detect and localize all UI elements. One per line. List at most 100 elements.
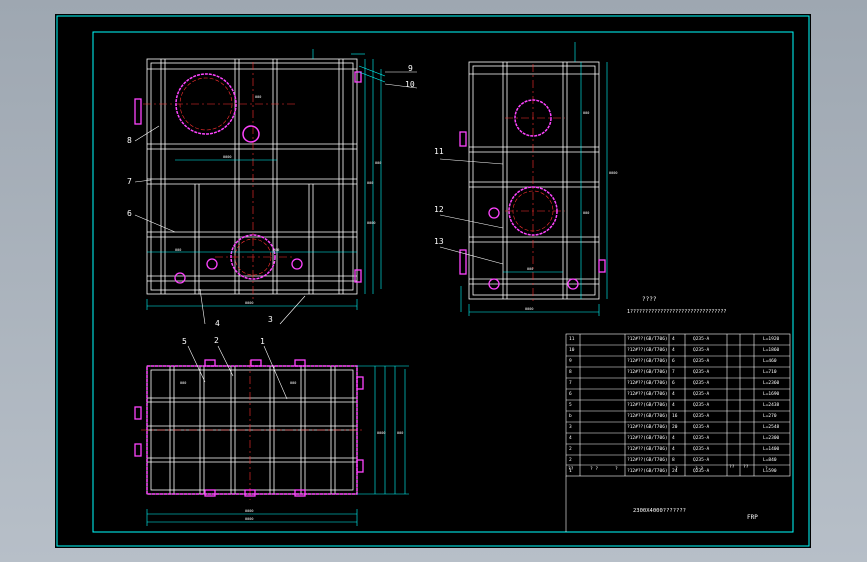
bom-cell-no: b [569,414,572,419]
bom-cell-qty: 4 [672,436,675,441]
callout-4: 4 [215,319,220,328]
callout-3: 3 [268,315,273,324]
bom-cell-material: Q235-A [693,359,710,364]
callout-9: 9 [408,64,413,73]
bom-cell-length: L=840 [763,458,777,463]
bom-cell-spec: ?12#??(GB/T706) [627,381,668,386]
bom-cell-spec: ?12#??(GB/T706) [627,337,668,342]
bom-cell-no: 9 [569,359,572,364]
bom-cell-length: L=270 [763,414,777,419]
bom-cell-length: L=1920 [763,337,780,342]
bom-header-code: ? ? [590,467,599,472]
bom-cell-spec: ?12#??(GB/T706) [627,414,668,419]
bom-cell-length: L=2360 [763,381,780,386]
bom-cell-qty: 4 [672,403,675,408]
bom-cell-qty: 4 [672,337,675,342]
callout-13: 13 [434,237,444,246]
bom-cell-spec: ?12#??(GB/T706) [627,403,668,408]
bom-cell-no: 6 [569,392,572,397]
svg-text:000: 000 [367,181,373,185]
svg-text:000: 000 [175,248,181,252]
bom-cell-material: Q235-A [693,370,710,375]
bom-cell-length: L=2438 [763,403,780,408]
drawing-code: FRP [747,514,758,521]
bom-cell-spec: ?12#??(GB/T706) [627,425,668,430]
bom-cell-length: L=2300 [763,436,780,441]
callout-5: 5 [182,337,187,346]
svg-text:000: 000 [397,431,403,435]
bom-cell-spec: ?12#??(GB/T706) [627,447,668,452]
bom-cell-material: Q235-A [693,414,710,419]
svg-text:0000: 0000 [367,221,375,225]
bom-header-material: ? ? [695,467,704,472]
bom-cell-no: 3 [569,425,572,430]
svg-text:000: 000 [375,161,381,165]
svg-text:000: 000 [583,111,589,115]
svg-text:000: 000 [527,267,533,271]
bom-cell-qty: 7 [672,370,675,375]
bom-cell-length: L=710 [763,370,777,375]
callout-2: 2 [214,336,219,345]
svg-text:0000: 0000 [245,509,253,513]
svg-text:0000: 0000 [525,307,533,311]
callout-12: 12 [434,205,444,214]
svg-text:0000: 0000 [223,155,231,159]
bom-table [565,333,791,477]
bom-cell-no: 8 [569,370,572,375]
bom-cell-spec: ?12#??(GB/T706) [627,469,668,474]
notes-line-1: 1???????????????????????????????? [627,309,727,315]
bom-cell-material: Q235-A [693,436,710,441]
bom-cell-no: 10 [569,348,575,353]
bom-cell-no: 2 [569,447,572,452]
svg-text:0000: 0000 [245,517,253,521]
bom-cell-qty: 6 [672,381,675,386]
bom-cell-material: Q235-A [693,458,710,463]
bom-cell-material: Q235-A [693,447,710,452]
callout-1: 1 [260,337,265,346]
bom-header-remark: ? [765,467,768,472]
callout-7: 7 [127,177,132,186]
bom-cell-material: Q235-A [693,337,710,342]
bom-cell-spec: ?12#??(GB/T706) [627,348,668,353]
bom-cell-material: Q235-A [693,425,710,430]
svg-text:000: 000 [290,381,296,385]
bom-header-no: ?? [568,467,574,472]
bom-cell-spec: ?12#??(GB/T706) [627,458,668,463]
bom-cell-material: Q235-A [693,392,710,397]
side-view: 0000 000 000 0000 000 [439,42,617,316]
bom-cell-qty: 4 [672,392,675,397]
bom-cell-qty: 6 [672,359,675,364]
bom-cell-spec: ?12#??(GB/T706) [627,359,668,364]
inner-border [92,31,794,533]
front-view: 0000 0000 000 000 000 0000 000 000 [134,49,418,325]
bom-cell-spec: ?12#??(GB/T706) [627,392,668,397]
bom-cell-spec: ?12#??(GB/T706) [627,436,668,441]
bom-cell-length: L=1400 [763,447,780,452]
bom-cell-qty: 4 [672,348,675,353]
svg-text:0000: 0000 [377,431,385,435]
bom-cell-no: 2 [569,458,572,463]
callout-10: 10 [405,80,415,89]
drawing-title: 2300X4000??????? [633,508,686,514]
svg-text:0000: 0000 [609,171,617,175]
bom-cell-spec: ?12#??(GB/T706) [627,370,668,375]
bom-cell-length: L=1860 [763,348,780,353]
bom-cell-length: L=2548 [763,425,780,430]
svg-text:000: 000 [180,381,186,385]
bom-cell-material: Q235-A [693,381,710,386]
bom-cell-no: 11 [569,337,575,342]
svg-text:000: 000 [583,211,589,215]
drawing-sheet: 0000 0000 000 000 000 0000 000 000 0000 … [55,14,811,548]
svg-text:000: 000 [255,95,261,99]
bom-header-total: ?? [743,465,749,470]
svg-text:0000: 0000 [245,301,253,305]
bom-header-qty: ? [675,467,678,472]
bom-cell-qty: 8 [672,458,675,463]
callout-8: 8 [127,136,132,145]
callout-11: 11 [434,147,444,156]
bom-cell-qty: 4 [672,447,675,452]
plan-view: 0000 0000 0000 000 000 000 [134,345,409,526]
svg-text:000: 000 [273,248,279,252]
bom-cell-material: Q235-A [693,348,710,353]
notes-heading: ???? [642,296,657,303]
